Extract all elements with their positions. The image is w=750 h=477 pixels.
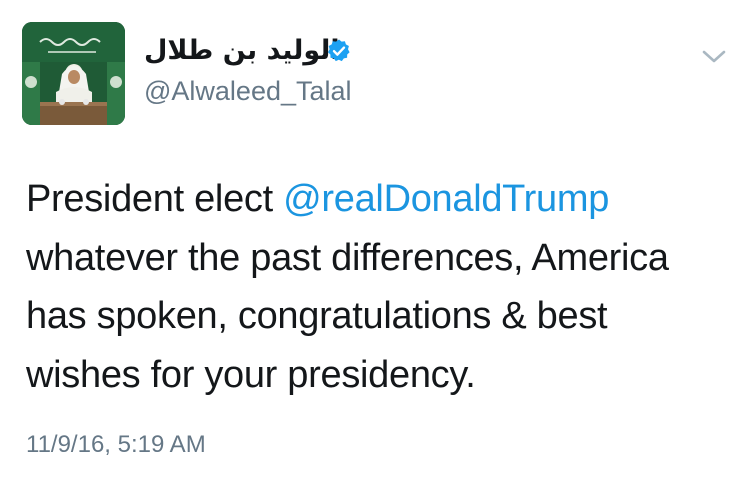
timestamp[interactable]: 11/9/16, 5:19 AM: [26, 430, 206, 460]
tweet-card: الوليد بن طلال @Alwaleed_Talal President…: [0, 0, 750, 477]
chevron-down-icon[interactable]: [700, 46, 728, 68]
user-handle[interactable]: @Alwaleed_Talal: [144, 75, 352, 107]
avatar[interactable]: [22, 22, 125, 125]
tweet-text: President elect @realDonaldTrump whateve…: [26, 170, 726, 404]
tweet-text-line-4: wishes for your presidency.: [26, 353, 476, 396]
avatar-image: [22, 22, 125, 125]
tweet-text-line-1: President elect @realDonaldTrump: [26, 170, 726, 229]
tweet-text-line-3: has spoken, congratulations & best: [26, 295, 608, 337]
display-name[interactable]: الوليد بن طلال: [144, 34, 340, 68]
tweet-text-prefix: President elect: [26, 178, 284, 220]
tweet-text-line-2: whatever the past differences, America: [26, 236, 669, 279]
mention-link[interactable]: @realDonaldTrump: [283, 178, 609, 220]
verified-badge-icon: [328, 39, 350, 62]
